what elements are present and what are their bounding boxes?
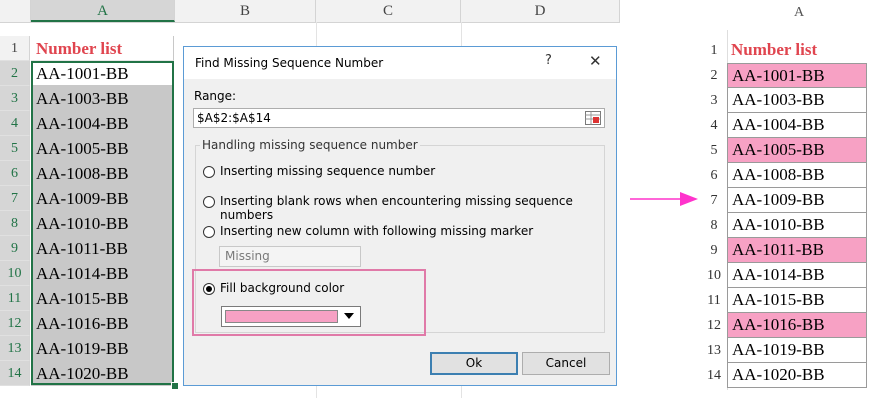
row-header: 3	[710, 93, 718, 108]
data-cell[interactable]: AA-1020-BB	[31, 361, 174, 386]
data-cell[interactable]: AA-1011-BB	[31, 236, 174, 261]
row-header: 12	[707, 318, 721, 333]
data-cell[interactable]: AA-1005-BB	[31, 136, 174, 161]
missing-marker-input[interactable]: Missing	[219, 246, 361, 267]
ok-button[interactable]: Ok	[430, 352, 518, 375]
column-header-c[interactable]: C	[316, 0, 461, 22]
data-cell[interactable]: AA-1003-BB	[31, 86, 174, 111]
row-header: 10	[707, 268, 721, 283]
row-header[interactable]: 1	[0, 36, 30, 61]
data-cell: AA-1008-BB	[727, 163, 867, 188]
option-fill-color-label[interactable]: Fill background color	[220, 281, 344, 295]
find-missing-sequence-dialog: Find Missing Sequence Number ? ✕ Range: …	[183, 46, 617, 386]
column-header-d[interactable]: D	[461, 0, 620, 22]
data-cell: AA-1015-BB	[727, 288, 867, 313]
color-swatch	[225, 310, 338, 323]
row-header: 2	[710, 68, 718, 83]
data-cell: AA-1014-BB	[727, 263, 867, 288]
option-insert-number-label[interactable]: Inserting missing sequence number	[220, 164, 435, 178]
row-header[interactable]: 10	[0, 261, 30, 286]
row-header[interactable]: 4	[0, 111, 30, 136]
fill-handle[interactable]	[171, 382, 179, 390]
right-spreadsheet: A 1 Number list 2 AA-1001-BB 3 AA-1003-BB 4 AA-…	[700, 0, 892, 398]
data-cell: AA-1005-BB	[727, 138, 867, 163]
row-header: 13	[707, 343, 721, 358]
data-cell: AA-1003-BB	[727, 88, 867, 113]
column-header-b[interactable]: B	[175, 0, 316, 22]
column-header-a[interactable]: A	[31, 0, 175, 22]
option-fill-color-radio[interactable]	[203, 283, 215, 295]
row-header: 8	[710, 218, 718, 233]
row-header: 5	[710, 143, 718, 158]
row-header[interactable]: 5	[0, 136, 30, 161]
range-select-icon[interactable]	[585, 111, 601, 125]
data-cell: AA-1011-BB	[727, 238, 867, 263]
row-header[interactable]: 13	[0, 336, 30, 361]
row-header[interactable]: 12	[0, 311, 30, 336]
range-label: Range:	[194, 89, 237, 103]
header-cell: Number list	[731, 40, 818, 59]
row-header: 1	[710, 43, 718, 58]
row-header[interactable]: 3	[0, 86, 30, 111]
data-cell[interactable]: AA-1014-BB	[31, 261, 174, 286]
row-header[interactable]: 14	[0, 361, 30, 386]
row-header[interactable]: 9	[0, 236, 30, 261]
cancel-button[interactable]: Cancel	[522, 352, 610, 375]
data-cell[interactable]: AA-1009-BB	[31, 186, 174, 211]
data-cell: AA-1019-BB	[727, 338, 867, 363]
handling-group-label: Handling missing sequence number	[200, 138, 420, 152]
data-cell: AA-1016-BB	[727, 313, 867, 338]
dropdown-arrow-icon[interactable]	[344, 313, 354, 319]
row-header: 4	[710, 118, 718, 133]
help-icon[interactable]: ?	[545, 53, 552, 68]
row-header[interactable]: 11	[0, 286, 30, 311]
data-cell: AA-1009-BB	[727, 188, 867, 213]
row-header: 7	[710, 193, 718, 208]
data-cell[interactable]: AA-1008-BB	[31, 161, 174, 186]
row-header[interactable]: 7	[0, 186, 30, 211]
range-input[interactable]: $A$2:$A$14	[193, 108, 605, 128]
option-blank-rows-radio[interactable]	[203, 196, 215, 208]
row-header: 9	[710, 243, 718, 258]
option-blank-rows-label[interactable]: Inserting blank rows when encountering m…	[220, 194, 616, 222]
data-cell[interactable]: AA-1016-BB	[31, 311, 174, 336]
data-cell[interactable]: AA-1019-BB	[31, 336, 174, 361]
row-header[interactable]: 6	[0, 161, 30, 186]
row-header: 6	[710, 168, 718, 183]
dialog-title: Find Missing Sequence Number	[195, 56, 384, 70]
option-new-column-radio[interactable]	[203, 226, 215, 238]
row-header: 14	[707, 368, 721, 383]
data-cell: AA-1010-BB	[727, 213, 867, 238]
select-all-corner[interactable]	[0, 0, 31, 22]
row-header[interactable]: 8	[0, 211, 30, 236]
header-cell[interactable]: Number list	[31, 36, 174, 61]
data-cell[interactable]: AA-1015-BB	[31, 286, 174, 311]
close-icon[interactable]: ✕	[589, 52, 602, 70]
option-insert-number-radio[interactable]	[203, 166, 215, 178]
data-cell: AA-1004-BB	[727, 113, 867, 138]
data-cell: AA-1001-BB	[727, 63, 867, 88]
right-column-header-a: A	[793, 5, 805, 20]
dialog-titlebar[interactable]: Find Missing Sequence Number ? ✕	[184, 47, 616, 79]
row-header[interactable]: 2	[0, 61, 30, 86]
data-cell[interactable]: AA-1001-BB	[31, 61, 174, 86]
data-cell[interactable]: AA-1004-BB	[31, 111, 174, 136]
data-cell[interactable]: AA-1010-BB	[31, 211, 174, 236]
data-cell: AA-1020-BB	[727, 363, 867, 388]
result-arrow-icon	[630, 192, 698, 206]
option-new-column-label[interactable]: Inserting new column with following miss…	[220, 224, 533, 238]
row-header: 11	[707, 293, 721, 308]
color-picker-dropdown[interactable]	[221, 306, 361, 327]
